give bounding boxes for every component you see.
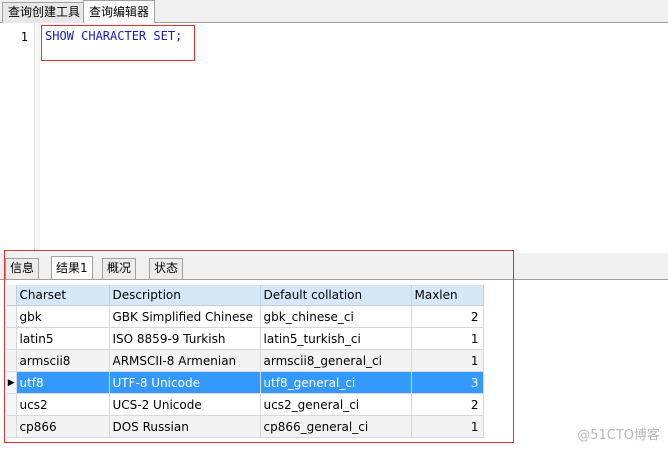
row-indicator-header: [7, 285, 17, 306]
table-row[interactable]: armscii8 ARMSCII-8 Armenian armscii8_gen…: [7, 349, 484, 372]
cell-charset[interactable]: cp866: [16, 415, 110, 438]
table-row[interactable]: latin5 ISO 8859-9 Turkish latin5_turkish…: [7, 327, 484, 350]
cell-charset[interactable]: utf8: [16, 371, 110, 394]
current-row-arrow-icon[interactable]: ▶: [7, 371, 17, 394]
cell-maxlen[interactable]: 1: [411, 349, 484, 372]
line-gutter: 1: [0, 23, 35, 253]
row-indicator[interactable]: [7, 327, 17, 350]
result-grid[interactable]: Charset Description Default collation Ma…: [7, 285, 487, 438]
result-panel: 信息 结果1 概况 状态 Charset Description Default…: [0, 250, 668, 449]
tab-query-builder[interactable]: 查询创建工具: [2, 2, 87, 23]
cell-default-collation[interactable]: cp866_general_ci: [260, 415, 412, 438]
column-header-charset[interactable]: Charset: [16, 285, 110, 306]
column-header-description[interactable]: Description: [109, 285, 261, 306]
cell-description[interactable]: ARMSCII-8 Armenian: [109, 349, 261, 372]
column-header-maxlen[interactable]: Maxlen: [411, 285, 484, 306]
cell-maxlen[interactable]: 1: [411, 327, 484, 350]
sql-editor[interactable]: 1 SHOW CHARACTER SET;: [0, 23, 668, 253]
row-indicator[interactable]: [7, 393, 17, 416]
result-tab-bar: 信息 结果1 概况 状态: [0, 253, 668, 280]
grid-header-row: Charset Description Default collation Ma…: [7, 285, 484, 306]
cell-description[interactable]: DOS Russian: [109, 415, 261, 438]
cell-default-collation[interactable]: latin5_turkish_ci: [260, 327, 412, 350]
table-row[interactable]: ucs2 UCS-2 Unicode ucs2_general_ci 2: [7, 393, 484, 416]
row-indicator[interactable]: [7, 305, 17, 328]
cell-maxlen[interactable]: 2: [411, 393, 484, 416]
cell-description[interactable]: UCS-2 Unicode: [109, 393, 261, 416]
line-number: 1: [20, 30, 28, 44]
cell-default-collation[interactable]: gbk_chinese_ci: [260, 305, 412, 328]
tab-divider: [0, 279, 668, 280]
cell-charset[interactable]: latin5: [16, 327, 110, 350]
cell-description[interactable]: UTF-8 Unicode: [109, 371, 261, 394]
cell-charset[interactable]: gbk: [16, 305, 110, 328]
table-row[interactable]: gbk GBK Simplified Chinese gbk_chinese_c…: [7, 305, 484, 328]
cell-maxlen[interactable]: 1: [411, 415, 484, 438]
top-tab-bar: 查询创建工具 查询编辑器: [0, 0, 668, 24]
row-indicator[interactable]: [7, 415, 17, 438]
cell-maxlen[interactable]: 2: [411, 305, 484, 328]
tab-profile[interactable]: 概况: [102, 258, 137, 279]
cell-description[interactable]: GBK Simplified Chinese: [109, 305, 261, 328]
cell-description[interactable]: ISO 8859-9 Turkish: [109, 327, 261, 350]
cell-charset[interactable]: ucs2: [16, 393, 110, 416]
fold-margin: [36, 23, 40, 253]
tab-result1[interactable]: 结果1: [51, 256, 93, 280]
code-highlight-box: [41, 25, 195, 61]
table-row[interactable]: cp866 DOS Russian cp866_general_ci 1: [7, 415, 484, 438]
table-row-selected[interactable]: ▶ utf8 UTF-8 Unicode utf8_general_ci 3: [7, 371, 484, 394]
cell-default-collation[interactable]: ucs2_general_ci: [260, 393, 412, 416]
row-indicator[interactable]: [7, 349, 17, 372]
column-header-default-collation[interactable]: Default collation: [260, 285, 412, 306]
tab-status[interactable]: 状态: [149, 258, 184, 279]
cell-default-collation[interactable]: utf8_general_ci: [260, 371, 412, 394]
tab-info[interactable]: 信息: [5, 258, 40, 279]
watermark: @51CTO博客: [577, 428, 660, 443]
cell-charset[interactable]: armscii8: [16, 349, 110, 372]
cell-maxlen[interactable]: 3: [411, 371, 484, 394]
tab-query-editor[interactable]: 查询编辑器: [83, 0, 156, 24]
cell-default-collation[interactable]: armscii8_general_ci: [260, 349, 412, 372]
